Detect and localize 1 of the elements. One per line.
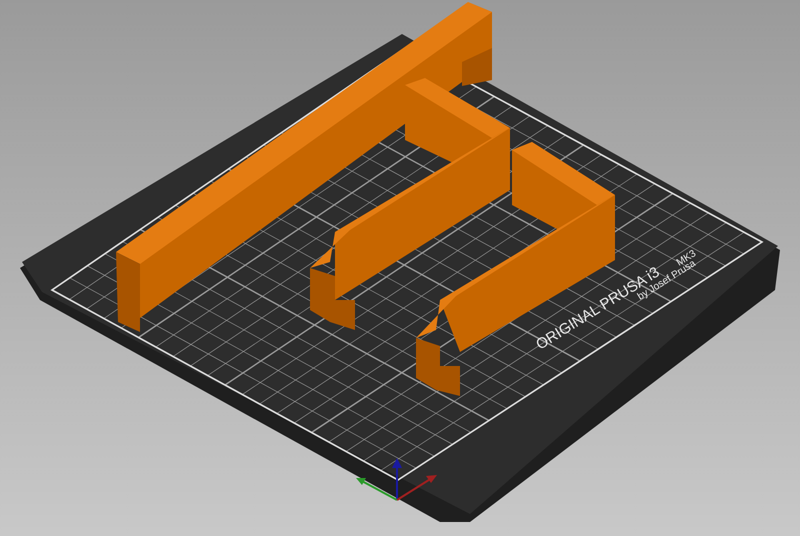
- axes-icon: [356, 458, 437, 501]
